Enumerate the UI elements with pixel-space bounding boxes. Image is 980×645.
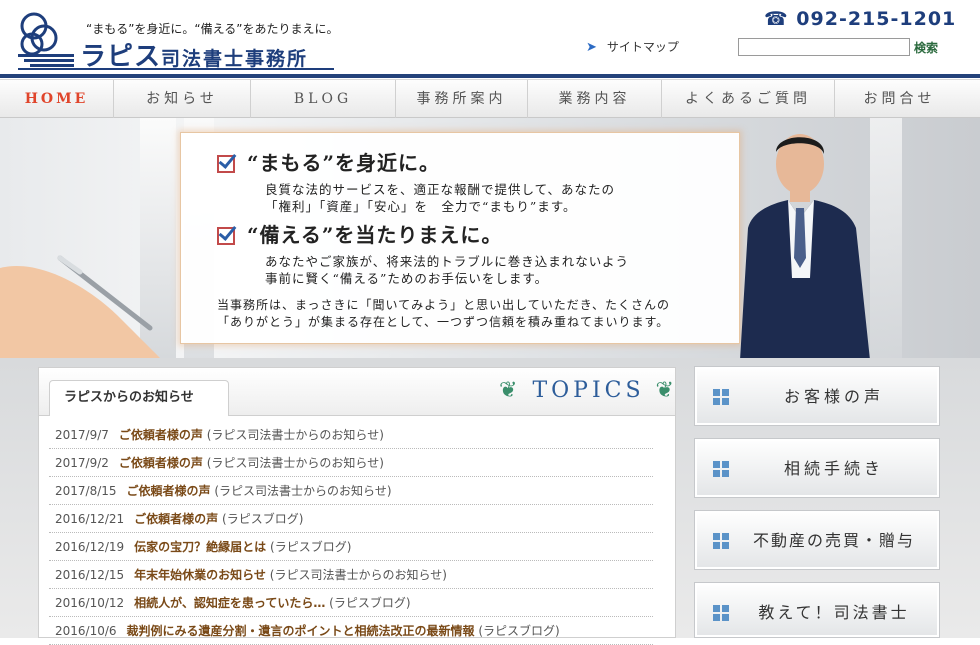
sidebar-button-label: 不動産の売買・贈与 — [752, 531, 915, 550]
nav-services[interactable]: 業務内容 — [528, 80, 662, 118]
news-item: 2016/12/21 ご依頼者様の声 (ラピスブログ) — [49, 505, 653, 533]
news-category: (ラピスブログ) — [478, 624, 560, 638]
leaf-icon: ❦ — [499, 378, 522, 403]
nav-office[interactable]: 事務所案内 — [396, 80, 528, 118]
news-item: 2017/9/7 ご依頼者様の声 (ラピス司法書士からのお知らせ) — [49, 421, 653, 449]
news-title-link[interactable]: ご依頼者様の声 — [134, 512, 218, 526]
staff-photo — [740, 134, 870, 358]
news-item: 2017/9/2 ご依頼者様の声 (ラピス司法書士からのお知らせ) — [49, 449, 653, 477]
nav-blog[interactable]: BLOG — [251, 80, 396, 118]
hero-text-2a: あなたやご家族が、将来法的トラブルに巻き込まれないよう — [265, 254, 630, 269]
hero-heading-2: “備える”を当たりまえに。 — [247, 223, 503, 247]
hand-pen-image — [0, 255, 160, 358]
hero-text-3b: 「ありがとう」が集まる存在として、一つずつ信頼を積み重ねてまいります。 — [217, 315, 670, 329]
news-title-link[interactable]: 年末年始休業のお知らせ — [134, 568, 266, 582]
search-button[interactable]: 検索 — [914, 38, 938, 56]
checkbox-icon — [217, 155, 235, 173]
tab-lapis-news[interactable]: ラピスからのお知らせ — [49, 380, 229, 416]
hero-heading-1: “まもる”を身近に。 — [247, 151, 441, 175]
search-input[interactable] — [738, 38, 910, 56]
news-date: 2016/10/12 — [55, 596, 125, 610]
sitemap-link[interactable]: ➤ サイトマップ — [586, 38, 679, 55]
hero-banner: “まもる”を身近に。 良質な法的サービスを、適正な報酬で提供して、あなたの 「権… — [0, 118, 980, 358]
news-title-link[interactable]: ご依頼者様の声 — [119, 428, 203, 442]
news-item: 2017/8/15 ご依頼者様の声 (ラピス司法書士からのお知らせ) — [49, 477, 653, 505]
sitemap-label: サイトマップ — [606, 40, 679, 54]
hero-text-1a: 良質な法的サービスを、適正な報酬で提供して、あなたの — [265, 182, 616, 197]
news-title-link[interactable]: ご依頼者様の声 — [119, 456, 203, 470]
news-date: 2016/12/15 — [55, 568, 125, 582]
logo-underline — [18, 68, 334, 70]
topics-panel: ラピスからのお知らせ ❦ TOPICS ❦ 2017/9/7 ご依頼者様の声 (ラ… — [38, 367, 676, 645]
nav-home[interactable]: HOME — [0, 80, 114, 118]
news-category: (ラピスブログ) — [329, 596, 411, 610]
news-item: 2016/12/19 伝家の宝刀？絶縁届とは (ラピスブログ) — [49, 533, 653, 561]
site-header: “まもる”を身近に。“備える”をあたりまえに。 ラピス司法書士事務所 ☎ 092… — [0, 0, 980, 78]
news-title-link[interactable]: 伝家の宝刀？絶縁届とは — [134, 540, 266, 554]
news-date: 2016/10/6 — [55, 624, 117, 638]
news-category: (ラピス司法書士からのお知らせ) — [206, 428, 384, 442]
sidebar-button-label: お客様の声 — [783, 387, 884, 406]
phone-number: ☎ 092-215-1201 — [764, 8, 957, 30]
nav-contact[interactable]: お問合せ — [835, 80, 964, 118]
news-date: 2016/12/19 — [55, 540, 125, 554]
topics-title-text: TOPICS — [532, 378, 645, 403]
sidebar-button-ask-scrivener[interactable]: 教えて！司法書士 — [694, 582, 940, 638]
checkbox-icon — [217, 227, 235, 245]
logo-icon[interactable] — [18, 10, 74, 68]
sidebar-button-inheritance[interactable]: 相続手続き — [694, 438, 940, 498]
news-title-link[interactable]: 裁判例にみる遺産分割・遺言のポイントと相続法改正の最新情報 — [127, 624, 475, 638]
news-date: 2016/12/21 — [55, 512, 125, 526]
nav-news[interactable]: お知らせ — [114, 80, 251, 118]
news-item: 2016/12/15 年末年始休業のお知らせ (ラピス司法書士からのお知らせ) — [49, 561, 653, 589]
hero-text-2b: 事前に賢く“備える”ためのお手伝いをします。 — [265, 271, 549, 286]
global-nav: HOME お知らせ BLOG 事務所案内 業務内容 よくあるご質問 お問合せ — [0, 79, 980, 118]
hero-message-card: “まもる”を身近に。 良質な法的サービスを、適正な報酬で提供して、あなたの 「権… — [180, 132, 740, 344]
news-title-link[interactable]: ご依頼者様の声 — [127, 484, 211, 498]
sidebar-button-real-estate[interactable]: 不動産の売買・贈与 — [694, 510, 940, 570]
arrow-right-icon: ➤ — [586, 40, 597, 55]
grid-square-icon — [713, 461, 729, 477]
news-category: (ラピスブログ) — [270, 540, 352, 554]
news-date: 2017/8/15 — [55, 484, 117, 498]
news-list: 2017/9/7 ご依頼者様の声 (ラピス司法書士からのお知らせ) 2017/9/… — [49, 421, 653, 645]
logo-sub: 司法書士事務所 — [161, 48, 309, 70]
leaf-icon: ❦ — [655, 378, 678, 403]
news-category: (ラピス司法書士からのお知らせ) — [214, 484, 392, 498]
news-item: 2016/10/6 裁判例にみる遺産分割・遺言のポイントと相続法改正の最新情報 (… — [49, 617, 653, 645]
grid-square-icon — [713, 389, 729, 405]
news-date: 2017/9/2 — [55, 456, 109, 470]
sidebar-button-label: 教えて！司法書士 — [758, 603, 910, 622]
news-category: (ラピス司法書士からのお知らせ) — [206, 456, 384, 470]
news-title-link[interactable]: 相続人が、認知症を患っていたら… — [134, 596, 325, 610]
grid-square-icon — [713, 605, 729, 621]
news-category: (ラピスブログ) — [222, 512, 304, 526]
news-date: 2017/9/7 — [55, 428, 109, 442]
grid-square-icon — [713, 533, 729, 549]
news-item: 2016/10/12 相続人が、認知症を患っていたら… (ラピスブログ) — [49, 589, 653, 617]
sidebar-button-voices[interactable]: お客様の声 — [694, 366, 940, 426]
news-category: (ラピス司法書士からのお知らせ) — [269, 568, 447, 582]
topics-title: ❦ TOPICS ❦ — [499, 378, 678, 403]
hero-text-3a: 当事務所は、まっさきに「聞いてみよう」と思い出していただき、たくさんの — [217, 298, 670, 312]
nav-faq[interactable]: よくあるご質問 — [662, 80, 835, 118]
sidebar-button-label: 相続手続き — [783, 459, 884, 478]
site-tagline: “まもる”を身近に。“備える”をあたりまえに。 — [86, 22, 339, 36]
hero-text-1b: 「権利」「資産」「安心」を 全力で“まもり”ます。 — [265, 199, 577, 214]
topics-header: ラピスからのお知らせ ❦ TOPICS ❦ — [39, 368, 675, 416]
